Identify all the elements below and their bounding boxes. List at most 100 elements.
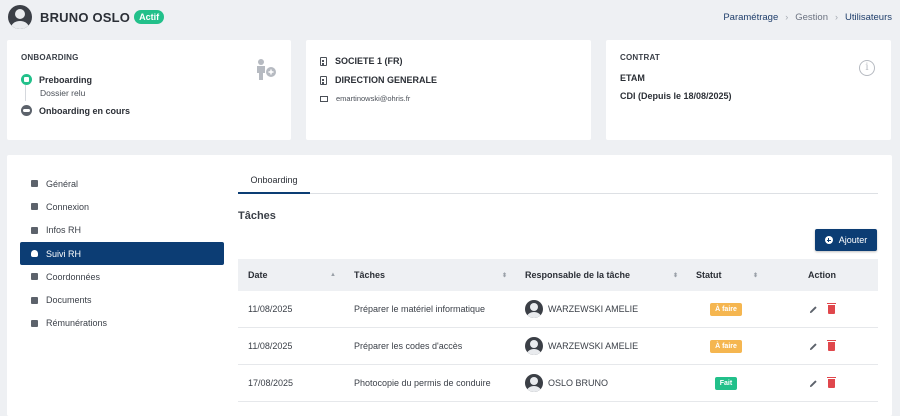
company-name: SOCIETE 1 (FR) (335, 56, 403, 66)
user-avatar[interactable] (8, 5, 32, 29)
column-header-statut[interactable]: Statut ⬍ (686, 270, 766, 280)
document-icon (31, 226, 38, 234)
contract-card: CONTRAT ETAM CDI (Depuis le 18/08/2025) … (606, 40, 891, 140)
main-panel: Général Connexion Infos RH Suivi RH Coor… (7, 155, 892, 416)
sidebar-item-label: Suivi RH (46, 248, 82, 259)
sidebar-item-label: Coordonnées (46, 271, 101, 282)
column-header-taches[interactable]: Tâches ⬍ (344, 270, 515, 280)
sidebar-item-label: Infos RH (46, 225, 82, 236)
owner-name: WARZEWSKI AMELIE (548, 304, 639, 314)
breadcrumb: Paramétrage › Gestion › Utilisateurs (723, 12, 892, 23)
lock-icon (31, 203, 38, 211)
owner-name: WARZEWSKI AMELIE (548, 341, 639, 351)
delete-icon[interactable] (827, 376, 836, 388)
table-row[interactable]: 17/08/2025 Photocopie du permis de condu… (238, 365, 878, 402)
cell-date: 11/08/2025 (248, 341, 293, 351)
chevron-right-icon: › (835, 12, 838, 22)
handshake-icon (21, 105, 32, 116)
contact-icon (31, 273, 38, 281)
column-label: Responsable de la tâche (525, 270, 631, 280)
edit-icon[interactable] (809, 342, 818, 351)
avatar (525, 337, 543, 355)
cell-actions (766, 339, 878, 351)
sidebar-item-infos-rh[interactable]: Infos RH (20, 219, 224, 242)
column-label: Action (808, 270, 836, 280)
cell-owner: WARZEWSKI AMELIE (515, 337, 686, 355)
sidebar-item-label: Connexion (46, 201, 90, 212)
payment-icon (31, 319, 38, 327)
table-row[interactable]: 11/08/2025 Préparer le matériel informat… (238, 291, 878, 328)
cell-task: Photocopie du permis de conduire (354, 378, 491, 388)
building-icon (320, 75, 327, 85)
sidebar-item-suivi-rh[interactable]: Suivi RH (20, 241, 224, 266)
cell-date: 11/08/2025 (248, 304, 293, 314)
chevron-right-icon: › (785, 12, 789, 22)
sidebar-item-coordonnees[interactable]: Coordonnées (20, 265, 224, 288)
cell-status: À faire (686, 302, 766, 316)
sidebar-item-general[interactable]: Général (20, 172, 224, 195)
email-row: emartinowski@ohris.fr (320, 94, 577, 103)
sort-icon: ⬍ (672, 272, 678, 279)
cell-status: À faire (686, 339, 766, 353)
column-header-date[interactable]: Date ▲ (238, 270, 344, 280)
table-header: Date ▲ Tâches ⬍ Responsable de la tâche … (238, 259, 878, 291)
cell-date: 17/08/2025 (248, 378, 294, 388)
sidebar-item-documents[interactable]: Documents (20, 288, 224, 311)
sort-icon: ⬍ (752, 272, 758, 279)
email-address[interactable]: emartinowski@ohris.fr (336, 94, 410, 103)
cell-task: Préparer le matériel informatique (354, 304, 486, 314)
add-task-button[interactable]: Ajouter (815, 229, 877, 251)
cell-owner: OSLO BRUNO (515, 374, 686, 392)
cell-task: Préparer les codes d'accès (354, 341, 463, 351)
avatar (525, 374, 543, 392)
direction-name: DIRECTION GENERALE (335, 75, 438, 85)
column-header-action: Action (766, 270, 878, 280)
user-name: BRUNO OSLO (40, 9, 131, 25)
building-icon (320, 56, 327, 66)
dashboard-icon (31, 180, 38, 188)
tab-onboarding[interactable]: Onboarding (238, 172, 310, 194)
sidebar-item-label: Documents (46, 295, 92, 306)
sidebar: Général Connexion Infos RH Suivi RH Coor… (20, 172, 224, 335)
cell-status: Fait (686, 376, 766, 390)
info-icon[interactable]: i (859, 60, 875, 76)
step-done-icon (21, 74, 32, 85)
avatar (525, 300, 543, 318)
sidebar-item-connexion[interactable]: Connexion (20, 195, 224, 218)
onboarding-card-title: ONBOARDING (21, 53, 79, 62)
person-add-icon[interactable] (253, 58, 277, 80)
step-sublabel: Dossier relu (25, 85, 277, 101)
delete-icon[interactable] (827, 339, 836, 351)
edit-icon[interactable] (809, 305, 818, 314)
sidebar-item-label: Général (46, 178, 79, 189)
column-header-responsable[interactable]: Responsable de la tâche ⬍ (515, 270, 686, 280)
edit-icon[interactable] (809, 379, 818, 388)
breadcrumb-parametrage[interactable]: Paramétrage (723, 12, 778, 23)
plus-circle-icon (824, 236, 833, 244)
contract-card-title: CONTRAT (620, 53, 660, 62)
status-badge: Actif (134, 10, 165, 24)
breadcrumb-utilisateurs[interactable]: Utilisateurs (845, 12, 892, 23)
breadcrumb-gestion[interactable]: Gestion (795, 12, 828, 23)
handshake-icon (31, 250, 38, 258)
sidebar-item-remunerations[interactable]: Rémunérations (20, 312, 224, 335)
add-button-label: Ajouter (838, 235, 868, 245)
step-label: Onboarding en cours (39, 105, 131, 116)
company-row: SOCIETE 1 (FR) (320, 56, 577, 66)
status-badge: Fait (714, 376, 738, 390)
column-label: Statut (696, 270, 722, 280)
column-label: Date (248, 270, 268, 280)
delete-icon[interactable] (827, 302, 836, 314)
contract-type: ETAM (620, 73, 645, 83)
tasks-table: Date ▲ Tâches ⬍ Responsable de la tâche … (238, 259, 878, 402)
contract-detail: CDI (Depuis le 18/08/2025) (620, 91, 732, 101)
status-badge: À faire (710, 339, 742, 353)
sidebar-item-label: Rémunérations (46, 318, 108, 329)
mail-icon (320, 95, 328, 102)
top-bar: BRUNO OSLO Actif Paramétrage › Gestion ›… (0, 0, 900, 34)
onboarding-step-current: Onboarding en cours (21, 105, 277, 116)
sort-icon: ⬍ (501, 272, 507, 279)
company-card: SOCIETE 1 (FR) DIRECTION GENERALE emarti… (306, 40, 591, 140)
table-row[interactable]: 11/08/2025 Préparer les codes d'accès WA… (238, 328, 878, 365)
onboarding-card: ONBOARDING Preboarding Dossier relu Onbo… (7, 40, 291, 140)
